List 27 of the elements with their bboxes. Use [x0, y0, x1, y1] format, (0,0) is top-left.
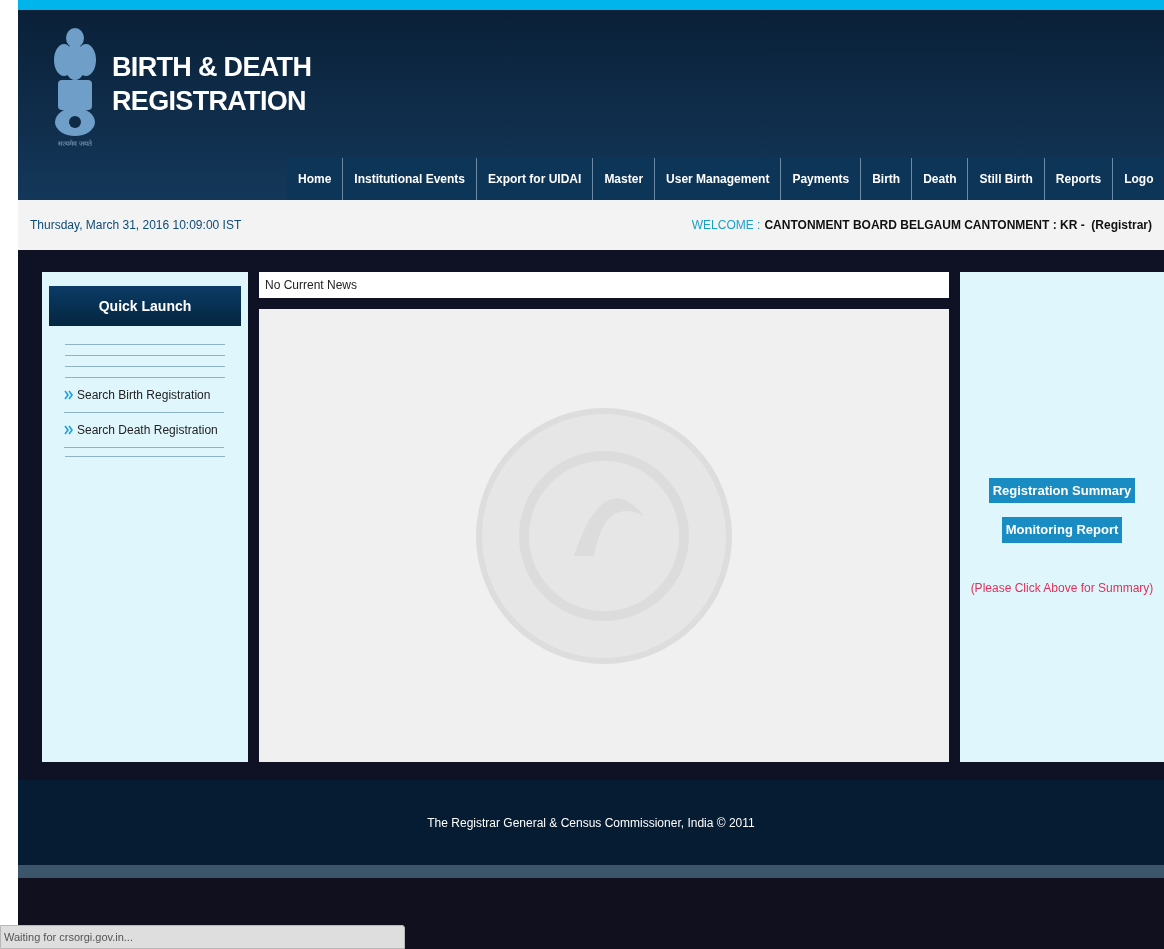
double-chevron-icon [64, 390, 73, 400]
news-ticker: No Current News [259, 272, 949, 298]
nav-menu-item[interactable]: Institutional Events [343, 158, 478, 200]
quick-launch-link[interactable]: Search Death Registration [64, 421, 230, 439]
nav-menu-item[interactable]: Birth [861, 158, 913, 200]
nav-menu-item[interactable]: Master [593, 158, 656, 200]
summary-hint-text: (Please Click Above for Summary) [970, 579, 1154, 597]
date-time-text: Thursday, March 31, 2016 10:09:00 IST [30, 217, 242, 234]
nav-menu-item[interactable]: Home [287, 158, 344, 200]
nav-menu-item[interactable]: Still Birth [968, 158, 1045, 200]
summary-button[interactable]: Monitoring Report [1001, 517, 1123, 543]
welcome-user-text: CANTONMENT BOARD BELGAUM CANTONMENT : KR - (Registrar) [764, 217, 1152, 234]
status-bar: Waiting for crsorgi.gov.in... [0, 925, 405, 949]
nav-menu-item[interactable]: Export for UIDAI [477, 158, 594, 200]
summary-button[interactable]: Registration Summary [988, 477, 1136, 503]
footer-copyright: The Registrar General & Census Commissioner, India © 2011 [427, 814, 755, 832]
quick-launch-header: Quick Launch [49, 286, 241, 326]
quick-launch-link[interactable]: Search Birth Registration [64, 386, 230, 404]
nav-menu-item[interactable]: Payments [781, 158, 862, 200]
nav-menu-item[interactable]: Logo [1113, 158, 1164, 200]
nav-menu-item[interactable]: Reports [1044, 158, 1114, 200]
welcome-label: WELCOME : [691, 217, 761, 234]
nav-menu-item[interactable]: Death [912, 158, 969, 200]
site-title: BIRTH & DEATH [112, 50, 312, 84]
double-chevron-icon [64, 425, 73, 435]
site-title: REGISTRATION [112, 84, 307, 118]
nav-menu-item[interactable]: User Management [655, 158, 782, 200]
